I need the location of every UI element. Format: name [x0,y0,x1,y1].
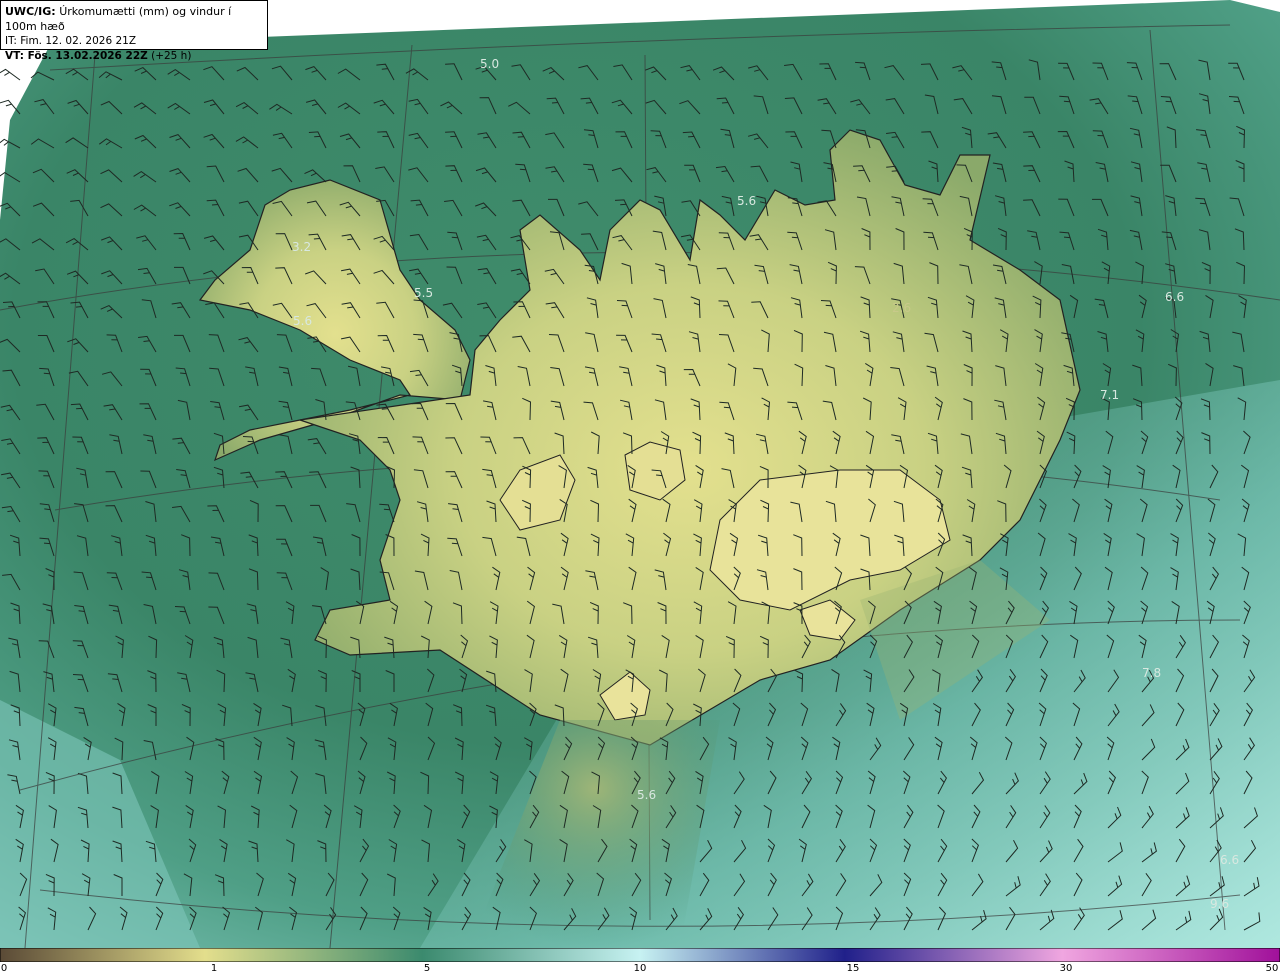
colorbar [0,948,1280,962]
init-time-row: IT: Fim. 12. 02. 2026 21Z [5,34,263,49]
model-name: UWC/IG: [5,5,56,18]
value-label: 6.6 [1165,290,1184,304]
lead-time: (+25 h) [151,50,192,62]
value-label: 7.1 [1100,388,1119,402]
colorbar-tick: 0 [0,963,8,974]
value-label: 9.6 [1210,897,1229,911]
map-info-box: UWC/IG: Úrkomumætti (mm) og vindur í 100… [0,0,268,62]
value-label: 6.6 [1220,853,1239,867]
valid-time-label: VT: [5,50,24,62]
init-time-label: IT: [5,35,17,47]
value-label: 3.2 [292,240,311,254]
colorbar-tick: 50 [1265,963,1279,974]
init-time: Fim. 12. 02. 2026 21Z [20,35,137,47]
colorbar-tick: 1 [210,963,218,974]
value-label: 5.6 [737,194,756,208]
colorbar-tick: 5 [423,963,431,974]
value-label: 5.5 [414,286,433,300]
value-label: 5.6 [637,788,656,802]
value-label: 5.0 [480,57,499,71]
colorbar-tick: 15 [846,963,860,974]
valid-time-row: VT: Fös. 13.02.2026 22Z (+25 h) [5,49,263,64]
value-label: 2.6 [892,301,911,315]
valid-time: Fös. 13.02.2026 22Z [27,50,148,62]
value-label: 5.6 [293,314,312,328]
forecast-map: 5.0 5.6 3.2 5.5 5.6 2.6 6.6 7.1 7.8 5.6 … [0,0,1280,948]
value-label: 7.8 [1142,666,1161,680]
title-row: UWC/IG: Úrkomumætti (mm) og vindur í 100… [5,4,263,34]
colorbar-tick: 10 [633,963,647,974]
colorbar-tick: 30 [1059,963,1073,974]
